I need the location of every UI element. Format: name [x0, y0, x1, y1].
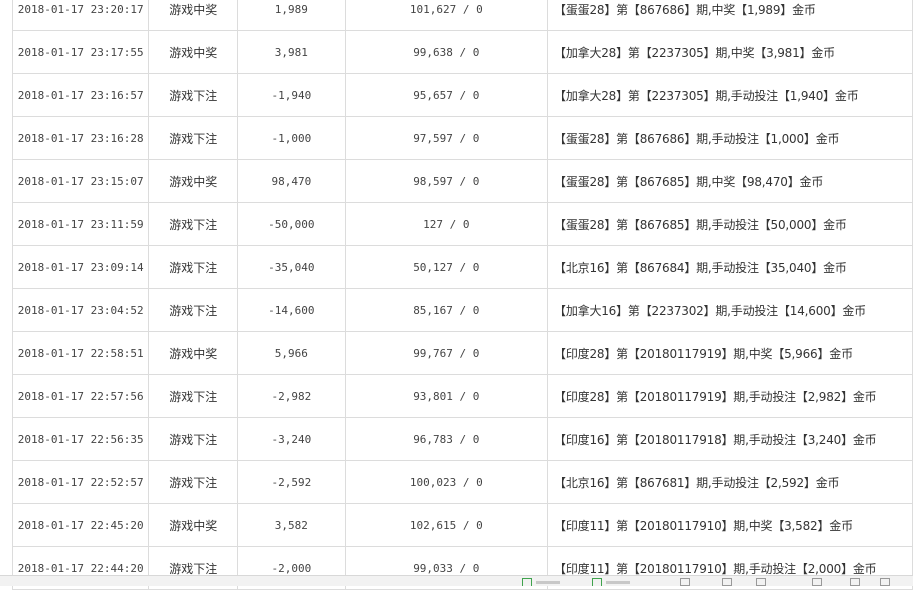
row-time: 2018-01-17 23:16:57 [11, 73, 150, 117]
row-balance: 95,657 / 0 [344, 73, 549, 117]
row-amount: -1,000 [237, 116, 346, 160]
row-description: 【加拿大28】第【2237305】期,中奖【3,981】金币 [547, 30, 913, 74]
row-type: 游戏中奖 [148, 0, 239, 31]
row-description: 【印度28】第【20180117919】期,中奖【5,966】金币 [547, 331, 913, 375]
row-amount: 98,470 [237, 159, 346, 203]
row-amount: 3,582 [237, 503, 346, 547]
row-amount: -3,240 [237, 417, 346, 461]
transaction-table-body: 2018-01-17 23:20:17 游戏中奖 1,989 101,627 / 0 【… [11, 0, 913, 590]
row-type: 游戏下注 [148, 288, 239, 332]
row-amount: -50,000 [237, 202, 346, 246]
row-balance: 99,638 / 0 [344, 30, 549, 74]
row-balance: 98,597 / 0 [344, 159, 549, 203]
row-description: 【蛋蛋28】第【867685】期,手动投注【50,000】金币 [547, 202, 913, 246]
row-description: 【加拿大16】第【2237302】期,手动投注【14,600】金币 [547, 288, 913, 332]
table-row: 2018-01-17 23:11:59 游戏下注 -50,000 127 / 0 【蛋蛋… [11, 202, 913, 246]
table-row: 2018-01-17 23:04:52 游戏下注 -14,600 85,167 / 0… [11, 288, 913, 332]
row-type: 游戏下注 [148, 417, 239, 461]
table-row: 2018-01-17 22:52:57 游戏下注 -2,592 100,023 / 0… [11, 460, 913, 504]
row-description: 【蛋蛋28】第【867685】期,中奖【98,470】金币 [547, 159, 913, 203]
row-time: 2018-01-17 23:15:07 [11, 159, 150, 203]
row-balance: 100,023 / 0 [344, 460, 549, 504]
table-row: 2018-01-17 23:16:57 游戏下注 -1,940 95,657 / 0 【… [11, 73, 913, 117]
row-amount: -35,040 [237, 245, 346, 289]
row-description: 【蛋蛋28】第【867686】期,中奖【1,989】金币 [547, 0, 913, 31]
table-row: 2018-01-17 23:20:17 游戏中奖 1,989 101,627 / 0 【… [11, 0, 913, 31]
row-time: 2018-01-17 22:58:51 [11, 331, 150, 375]
row-description: 【北京16】第【867681】期,手动投注【2,592】金币 [547, 460, 913, 504]
row-balance: 102,615 / 0 [344, 503, 549, 547]
transaction-table: 2018-01-17 23:20:17 游戏中奖 1,989 101,627 / 0 【… [11, 0, 913, 590]
row-time: 2018-01-17 23:11:59 [11, 202, 150, 246]
row-description: 【印度16】第【20180117918】期,手动投注【3,240】金币 [547, 417, 913, 461]
row-balance: 85,167 / 0 [344, 288, 549, 332]
status-label-placeholder [536, 581, 560, 584]
row-type: 游戏中奖 [148, 159, 239, 203]
row-description: 【蛋蛋28】第【867686】期,手动投注【1,000】金币 [547, 116, 913, 160]
row-time: 2018-01-17 23:04:52 [11, 288, 150, 332]
row-balance: 96,783 / 0 [344, 417, 549, 461]
status-label-placeholder [606, 581, 630, 584]
row-time: 2018-01-17 22:52:57 [11, 460, 150, 504]
table-row: 2018-01-17 22:56:35 游戏下注 -3,240 96,783 / 0 【… [11, 417, 913, 461]
row-time: 2018-01-17 22:56:35 [11, 417, 150, 461]
row-type: 游戏中奖 [148, 503, 239, 547]
row-type: 游戏下注 [148, 202, 239, 246]
table-row: 2018-01-17 23:16:28 游戏下注 -1,000 97,597 / 0 【… [11, 116, 913, 160]
row-amount: -2,592 [237, 460, 346, 504]
row-amount: -2,982 [237, 374, 346, 418]
table-row: 2018-01-17 22:57:56 游戏下注 -2,982 93,801 / 0 【… [11, 374, 913, 418]
row-type: 游戏下注 [148, 116, 239, 160]
row-description: 【印度11】第【20180117910】期,中奖【3,582】金币 [547, 503, 913, 547]
row-type: 游戏下注 [148, 374, 239, 418]
row-balance: 50,127 / 0 [344, 245, 549, 289]
row-balance: 101,627 / 0 [344, 0, 549, 31]
row-amount: 5,966 [237, 331, 346, 375]
table-row: 2018-01-17 22:45:20 游戏中奖 3,582 102,615 / 0 【… [11, 503, 913, 547]
row-type: 游戏下注 [148, 460, 239, 504]
table-row: 2018-01-17 22:58:51 游戏中奖 5,966 99,767 / 0 【印… [11, 331, 913, 375]
row-description: 【加拿大28】第【2237305】期,手动投注【1,940】金币 [547, 73, 913, 117]
row-balance: 99,767 / 0 [344, 331, 549, 375]
row-time: 2018-01-17 22:57:56 [11, 374, 150, 418]
row-description: 【印度28】第【20180117919】期,手动投注【2,982】金币 [547, 374, 913, 418]
table-row: 2018-01-17 23:09:14 游戏下注 -35,040 50,127 / 0… [11, 245, 913, 289]
row-time: 2018-01-17 23:16:28 [11, 116, 150, 160]
row-amount: 1,989 [237, 0, 346, 31]
row-type: 游戏下注 [148, 245, 239, 289]
row-time: 2018-01-17 22:45:20 [11, 503, 150, 547]
row-time: 2018-01-17 23:09:14 [11, 245, 150, 289]
table-row: 2018-01-17 23:15:07 游戏中奖 98,470 98,597 / 0 【… [11, 159, 913, 203]
row-balance: 127 / 0 [344, 202, 549, 246]
row-type: 游戏中奖 [148, 331, 239, 375]
row-time: 2018-01-17 23:17:55 [11, 30, 150, 74]
row-amount: -1,940 [237, 73, 346, 117]
row-balance: 97,597 / 0 [344, 116, 549, 160]
row-type: 游戏下注 [148, 73, 239, 117]
row-amount: -14,600 [237, 288, 346, 332]
row-description: 【北京16】第【867684】期,手动投注【35,040】金币 [547, 245, 913, 289]
row-time: 2018-01-17 23:20:17 [11, 0, 150, 31]
row-balance: 93,801 / 0 [344, 374, 549, 418]
table-row: 2018-01-17 23:17:55 游戏中奖 3,981 99,638 / 0 【加… [11, 30, 913, 74]
row-amount: 3,981 [237, 30, 346, 74]
row-type: 游戏中奖 [148, 30, 239, 74]
browser-status-bar [0, 575, 913, 586]
